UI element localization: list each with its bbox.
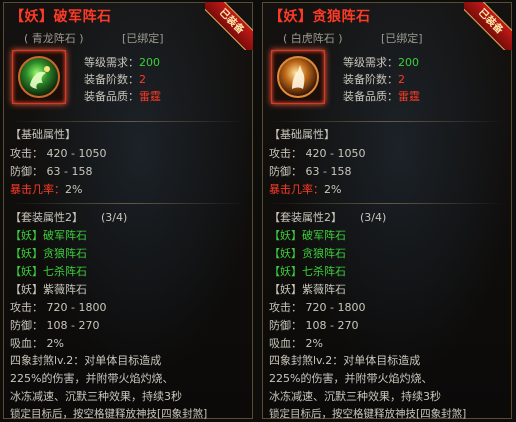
- set-item: 【妖】紫薇阵石: [269, 283, 346, 296]
- skill-line: 225%的伤害，并附带火焰灼烧、: [10, 372, 174, 385]
- set-defense-stat: 防御： 108 - 270: [269, 319, 359, 332]
- white-tiger-orb-icon[interactable]: [271, 50, 325, 104]
- level-requirement: 等级需求：200: [84, 56, 160, 69]
- set-defense-stat: 防御： 108 - 270: [10, 319, 100, 332]
- crit-stat: 暴击几率：2%: [269, 183, 342, 196]
- set-item: 【妖】贪狼阵石: [10, 247, 87, 260]
- skill-line: 四象封煞lv.2：对单体目标造成: [269, 354, 421, 367]
- item-title: 【妖】破军阵石: [10, 9, 112, 25]
- defense-stat: 防御： 63 - 158: [269, 165, 352, 178]
- attack-stat: 攻击： 420 - 1050: [269, 147, 366, 160]
- level-requirement: 等级需求：200: [343, 56, 419, 69]
- set-item: 【妖】紫薇阵石: [10, 283, 87, 296]
- item-subtype: ( 白虎阵石 ): [283, 32, 343, 45]
- skill-line: 四象封煞lv.2：对单体目标造成: [10, 354, 162, 367]
- bind-state: [已绑定]: [381, 32, 423, 45]
- item-title: 【妖】贪狼阵石: [269, 9, 371, 25]
- equip-quality: 装备品质：雷霆: [84, 90, 161, 103]
- item-tooltip-right: 【妖】贪狼阵石 ( 白虎阵石 ) [已绑定] 已装备 等级需求：200 装备阶数…: [262, 2, 512, 420]
- base-attributes-header: 【基础属性】: [10, 128, 76, 141]
- equipped-badge: 已装备: [205, 2, 253, 50]
- set-item: 【妖】贪狼阵石: [269, 247, 346, 260]
- divider: [10, 121, 246, 122]
- divider: [269, 203, 505, 204]
- base-attributes-header: 【基础属性】: [269, 128, 335, 141]
- divider: [269, 121, 505, 122]
- set-lifesteal-stat: 吸血： 2%: [10, 337, 64, 350]
- equip-tier: 装备阶数：2: [84, 73, 146, 86]
- set-item: 【妖】破军阵石: [10, 229, 87, 242]
- skill-line: 冰冻减速、沉默三种效果，持续3秒: [10, 390, 182, 403]
- divider: [10, 203, 246, 204]
- bind-state: [已绑定]: [122, 32, 164, 45]
- equipped-badge: 已装备: [464, 2, 512, 50]
- skill-line: 冰冻减速、沉默三种效果，持续3秒: [269, 390, 441, 403]
- set-item: 【妖】七杀阵石: [10, 265, 87, 278]
- equip-quality: 装备品质：雷霆: [343, 90, 420, 103]
- skill-line: 锁定目标后，按空格键释放神技[四象封煞]: [269, 408, 467, 420]
- set-item: 【妖】七杀阵石: [269, 265, 346, 278]
- skill-line: 锁定目标后，按空格键释放神技[四象封煞]: [10, 408, 208, 420]
- set-attributes-header: 【套装属性2】 (3/4): [269, 211, 387, 224]
- set-attributes-header: 【套装属性2】 (3/4): [10, 211, 128, 224]
- equip-tier: 装备阶数：2: [343, 73, 405, 86]
- set-attack-stat: 攻击： 720 - 1800: [10, 301, 107, 314]
- green-dragon-orb-icon[interactable]: [12, 50, 66, 104]
- skill-line: 225%的伤害，并附带火焰灼烧、: [269, 372, 433, 385]
- item-tooltip-left: 【妖】破军阵石 ( 青龙阵石 ) [已绑定] 已装备 等级需求：200 装备阶数…: [3, 2, 253, 420]
- defense-stat: 防御： 63 - 158: [10, 165, 93, 178]
- attack-stat: 攻击： 420 - 1050: [10, 147, 107, 160]
- item-subtype: ( 青龙阵石 ): [24, 32, 84, 45]
- set-lifesteal-stat: 吸血： 2%: [269, 337, 323, 350]
- set-attack-stat: 攻击： 720 - 1800: [269, 301, 366, 314]
- crit-stat: 暴击几率：2%: [10, 183, 83, 196]
- set-item: 【妖】破军阵石: [269, 229, 346, 242]
